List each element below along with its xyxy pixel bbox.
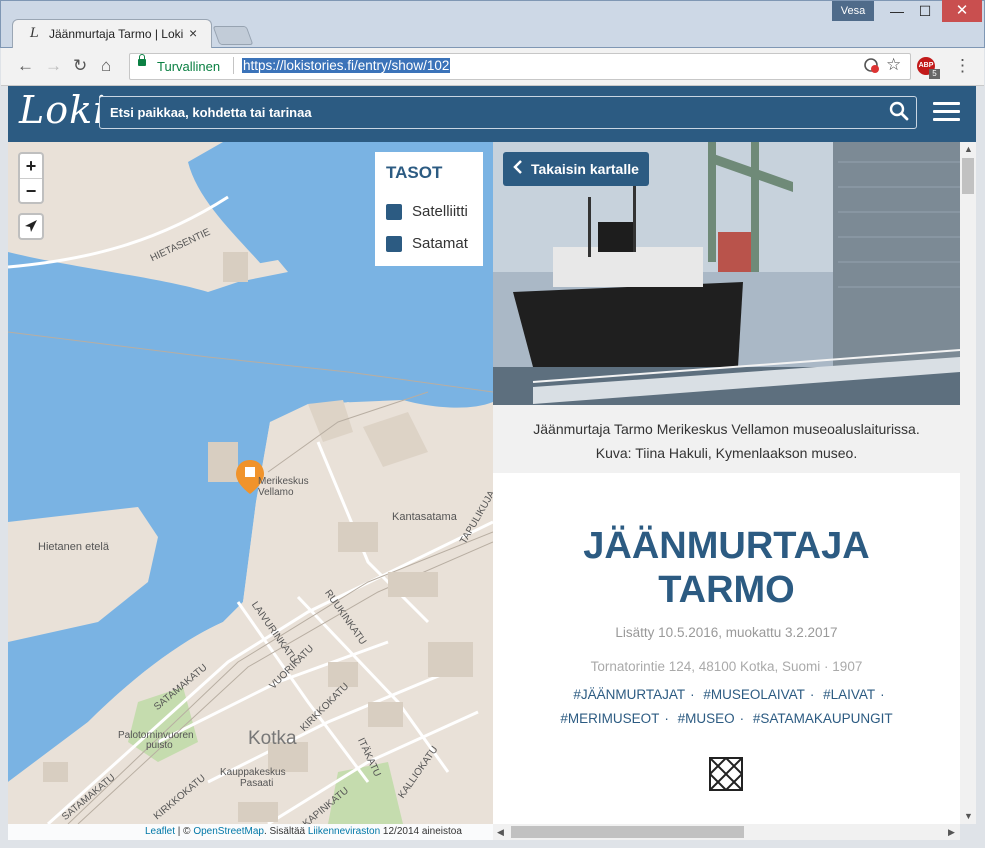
osm-link[interactable]: OpenStreetMap xyxy=(193,826,264,837)
map-label: Merikeskus xyxy=(258,476,309,487)
zoom-in-button[interactable]: + xyxy=(20,154,42,179)
search-placeholder: Etsi paikkaa, kohdetta tai tarinaa xyxy=(110,105,312,120)
map-label: Pasaati xyxy=(240,778,274,789)
museum-logo-icon xyxy=(708,756,744,792)
tag-link[interactable]: #SATAMAKAUPUNGIT xyxy=(753,711,893,726)
tag-link[interactable]: #MERIMUSEOT xyxy=(560,711,659,726)
scroll-right-icon[interactable]: ▶ xyxy=(948,827,955,838)
tab-title: Jäänmurtaja Tarmo | Loki xyxy=(49,27,184,41)
browser-menu-icon[interactable]: ⋮ xyxy=(954,56,971,76)
loki-logo[interactable]: Loki xyxy=(19,88,106,132)
locate-arrow-icon xyxy=(25,220,37,232)
window-close-button[interactable]: ✕ xyxy=(942,0,982,22)
home-icon[interactable]: ⌂ xyxy=(101,56,111,76)
scroll-left-icon[interactable]: ◀ xyxy=(497,827,504,838)
attrib-text: . Sisältää xyxy=(263,826,308,837)
entry-tags: #JÄÄNMURTAJAT · #MUSEOLAIVAT · #LAIVAT · #M… xyxy=(560,687,893,726)
map-city-label: Kotka xyxy=(248,728,297,749)
hamburger-menu-icon[interactable] xyxy=(933,102,960,124)
entry-dates: Lisätty 10.5.2016, muokattu 3.2.2017 xyxy=(615,625,838,640)
tag-link[interactable]: #LAIVAT xyxy=(823,687,875,702)
adblock-count-badge: 5 xyxy=(929,69,940,79)
attrib-sep: | © xyxy=(175,826,194,837)
tag-link[interactable]: #JÄÄNMURTAJAT xyxy=(573,687,685,702)
url-separator xyxy=(233,57,234,74)
lock-icon xyxy=(138,54,146,66)
scroll-down-icon[interactable]: ▼ xyxy=(964,811,973,821)
scroll-thumb[interactable] xyxy=(511,826,744,838)
layers-title: TASOT xyxy=(386,163,443,182)
reload-icon[interactable]: ↻ xyxy=(73,56,87,76)
layer-checkbox-satelliitti[interactable] xyxy=(386,204,402,220)
maximize-button[interactable]: ☐ xyxy=(910,0,940,22)
minimize-button[interactable]: — xyxy=(882,0,912,22)
photo-caption: Jäänmurtaja Tarmo Merikeskus Vellamon mu… xyxy=(493,417,960,465)
tab-close-icon[interactable]: × xyxy=(189,25,197,41)
locate-button[interactable] xyxy=(18,213,44,240)
entry-title-line: TARMO xyxy=(658,569,795,611)
new-tab-button[interactable] xyxy=(212,26,254,45)
tag-link[interactable]: #MUSEO xyxy=(678,711,735,726)
map-label: puisto xyxy=(146,740,173,751)
layer-checkbox-satamat[interactable] xyxy=(386,236,402,252)
scroll-up-icon[interactable]: ▲ xyxy=(964,144,973,154)
map-label: Hietanen etelä xyxy=(38,541,109,553)
panel-vertical-scrollbar[interactable] xyxy=(960,142,976,824)
attrib-text: 12/2014 aineistoa xyxy=(380,826,462,837)
lv-link[interactable]: Liikenneviraston xyxy=(308,826,380,837)
user-badge[interactable]: Vesa xyxy=(832,1,874,21)
zoom-out-button[interactable]: − xyxy=(20,179,42,203)
zoom-control: + − xyxy=(18,152,44,204)
map-label: Vellamo xyxy=(258,487,294,498)
leaflet-link[interactable]: Leaflet xyxy=(145,826,175,837)
bookmark-star-icon[interactable]: ☆ xyxy=(886,55,901,75)
caption-line: Jäänmurtaja Tarmo Merikeskus Vellamon mu… xyxy=(533,421,920,437)
map-attribution: Leaflet | © OpenStreetMap. Sisältää Liik… xyxy=(8,824,493,840)
chevron-left-icon xyxy=(513,159,523,179)
entry-address: Tornatorintie 124, 48100 Kotka, Suomi · … xyxy=(590,659,863,674)
map-label: Kauppakeskus xyxy=(220,767,286,778)
tab-favicon-icon: L xyxy=(30,26,39,41)
url-text[interactable]: https://lokistories.fi/entry/show/102 xyxy=(242,58,451,73)
map-label: Kantasatama xyxy=(392,511,457,523)
layer-label[interactable]: Satelliitti xyxy=(412,203,468,220)
entry-title-line: JÄÄNMURTAJA xyxy=(583,525,870,567)
back-icon[interactable]: ← xyxy=(17,56,34,76)
tag-link[interactable]: #MUSEOLAIVAT xyxy=(703,687,805,702)
blocked-content-icon[interactable] xyxy=(864,58,880,77)
forward-icon[interactable]: → xyxy=(45,56,62,76)
secure-label[interactable]: Turvallinen xyxy=(157,59,220,74)
scroll-thumb[interactable] xyxy=(962,158,974,194)
back-to-map-button[interactable]: Takaisin kartalle xyxy=(503,152,649,186)
search-icon[interactable] xyxy=(889,101,909,127)
caption-credit: Kuva: Tiina Hakuli, Kymenlaakson museo. xyxy=(595,445,858,461)
layer-label[interactable]: Satamat xyxy=(412,235,468,252)
entry-title: JÄÄNMURTAJA TARMO xyxy=(493,524,960,612)
